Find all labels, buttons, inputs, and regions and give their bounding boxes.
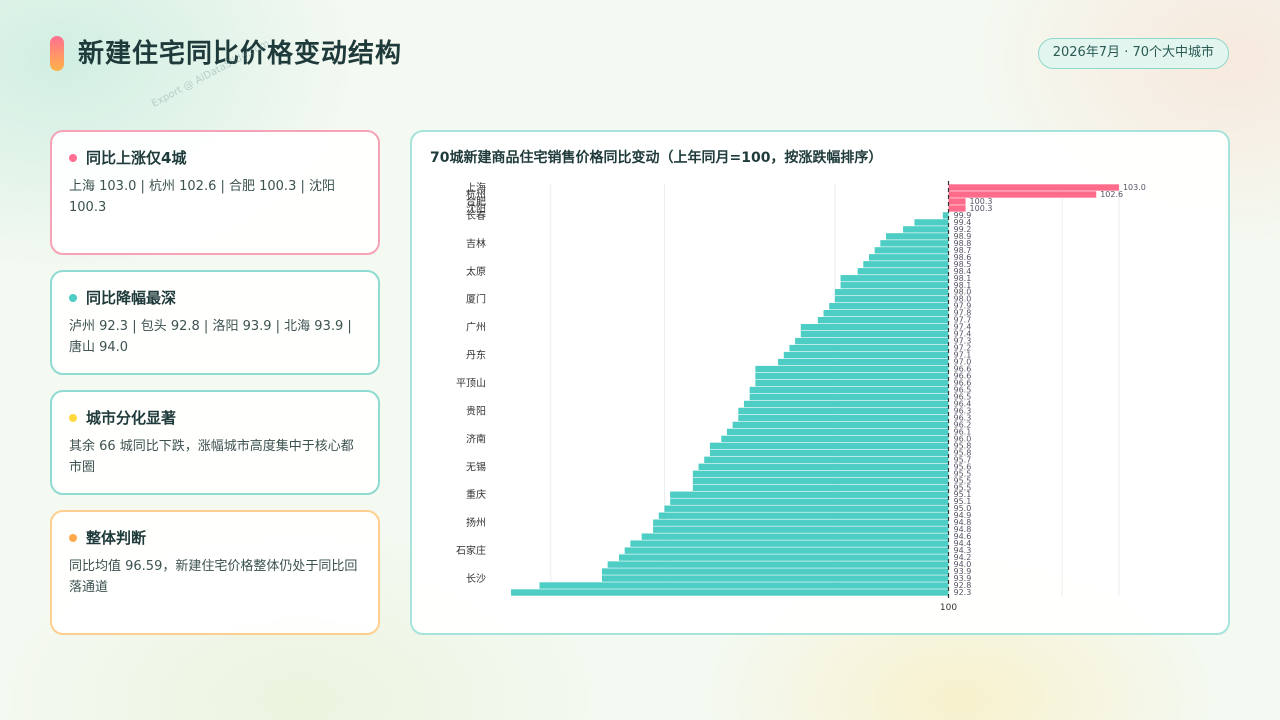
bar: [618, 554, 949, 561]
bar: [670, 491, 949, 498]
date-badge: 2026年7月 · 70个大中城市: [1037, 38, 1229, 69]
bar: [721, 435, 949, 443]
category-label: 无锡: [466, 460, 486, 473]
bar: [624, 547, 949, 554]
bar: [948, 198, 966, 205]
bar: [783, 351, 949, 359]
bar: [880, 240, 949, 247]
bar: [692, 484, 949, 491]
baseline-tick-label: 100: [940, 603, 957, 613]
category-label: 贵阳: [466, 404, 486, 417]
bar: [749, 393, 949, 401]
insight-card-judgement: 整体判断 同比均值 96.59，新建住宅价格整体仍处于同比回落通道: [50, 510, 380, 635]
bar: [863, 261, 949, 268]
bar: [738, 407, 949, 415]
bar: [840, 282, 949, 289]
bar: [732, 421, 949, 429]
category-label: 厦门: [466, 293, 486, 306]
bar: [817, 316, 949, 324]
bar: [834, 289, 949, 296]
category-label: 扬州: [466, 516, 486, 529]
bar: [539, 582, 949, 589]
insight-card-divergence: 城市分化显著 其余 66 城同比下跌，涨幅城市高度集中于核心都市圈: [50, 390, 380, 495]
bar: [692, 477, 949, 484]
card-title: 城市分化显著: [86, 409, 177, 427]
bar: [834, 296, 949, 303]
bar: [698, 463, 949, 471]
bar: [709, 449, 949, 457]
bar: [692, 470, 949, 477]
bar: [874, 247, 949, 254]
category-label: 吉林: [466, 237, 486, 250]
bar: [607, 561, 949, 568]
bar: [857, 268, 949, 275]
value-label: 100.3: [970, 204, 993, 213]
dot-icon: [69, 153, 77, 162]
bar: [903, 226, 949, 233]
bar: [829, 303, 949, 310]
bar: [641, 533, 949, 540]
category-label: 太原: [466, 265, 486, 278]
bar: [789, 344, 949, 352]
bar: [755, 372, 949, 380]
bar: [755, 379, 949, 387]
dot-icon: [69, 293, 77, 302]
bar: [601, 568, 949, 575]
category-label: 长沙: [466, 573, 486, 585]
chart-card: 70城新建商品住宅销售价格同比变动（上年同月=100，按涨跌幅排序） 103.0…: [410, 130, 1230, 635]
value-label: 92.3: [954, 588, 972, 597]
bar: [601, 575, 949, 582]
bar: [795, 337, 949, 345]
dot-icon: [69, 413, 77, 422]
bar: [738, 414, 949, 422]
bar: [743, 400, 949, 408]
bar: [511, 589, 949, 596]
bar: [868, 254, 949, 261]
bar: [664, 505, 949, 512]
card-body: 同比均值 96.59，新建住宅价格整体仍处于同比回落通道: [69, 559, 358, 595]
category-label: 重庆: [466, 488, 486, 501]
insight-card-up: 同比上涨仅4城 上海 103.0 | 杭州 102.6 | 合肥 100.3 |…: [50, 130, 380, 255]
bar: [653, 519, 949, 526]
value-label: 102.6: [1100, 190, 1123, 199]
bar: [886, 233, 949, 240]
category-label: 石家庄: [456, 544, 486, 557]
title-accent-bar: [50, 36, 64, 71]
bar: [630, 540, 949, 547]
bar: [755, 365, 949, 373]
card-title: 同比上涨仅4城: [86, 149, 187, 167]
insight-card-down: 同比降幅最深 泸州 92.3 | 包头 92.8 | 洛阳 93.9 | 北海 …: [50, 270, 380, 375]
card-body: 泸州 92.3 | 包头 92.8 | 洛阳 93.9 | 北海 93.9 | …: [69, 319, 352, 355]
bar: [942, 212, 949, 219]
value-label: 103.0: [1123, 183, 1146, 192]
bar: [670, 498, 949, 505]
bar: [823, 309, 949, 317]
bar: [726, 428, 949, 436]
category-label: 济南: [466, 432, 486, 445]
bar-chart: 103.0上海102.6杭州100.3合肥100.3沈阳99.9长春99.499…: [456, 181, 1146, 613]
dot-icon: [69, 533, 77, 542]
bar: [800, 330, 949, 338]
bar: [749, 386, 949, 394]
bar: [658, 512, 949, 519]
bar: [948, 184, 1119, 191]
category-label: 平顶山: [456, 378, 486, 390]
card-title: 同比降幅最深: [86, 289, 177, 307]
category-label: 丹东: [466, 349, 486, 362]
bar: [800, 323, 949, 331]
category-label: 长春: [466, 210, 486, 222]
category-label: 广州: [466, 322, 486, 334]
card-body: 上海 103.0 | 杭州 102.6 | 合肥 100.3 | 沈阳 100.…: [69, 179, 335, 215]
bar: [778, 358, 949, 366]
bar: [704, 456, 949, 464]
card-body: 其余 66 城同比下跌，涨幅城市高度集中于核心都市圈: [69, 439, 354, 475]
bar: [709, 442, 949, 450]
bar: [653, 526, 949, 533]
bar: [914, 219, 949, 226]
card-title: 整体判断: [86, 529, 147, 547]
bar: [840, 275, 949, 282]
